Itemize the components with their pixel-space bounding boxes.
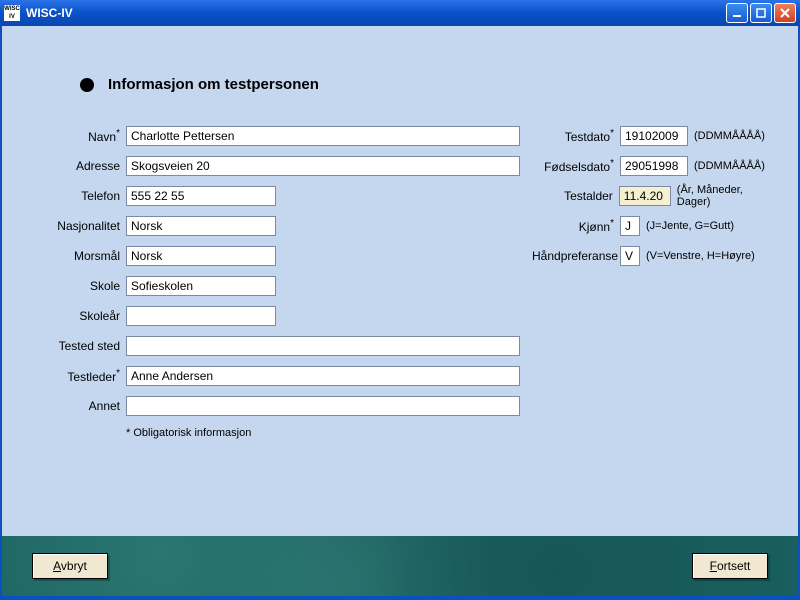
label-skole: Skole bbox=[22, 279, 126, 293]
client-area: Informasjon om testpersonen Navn* Adress… bbox=[2, 26, 798, 596]
label-nasjonalitet: Nasjonalitet bbox=[22, 219, 126, 233]
input-testalder bbox=[619, 186, 671, 206]
input-nasjonalitet[interactable] bbox=[126, 216, 276, 236]
minimize-icon bbox=[731, 7, 743, 19]
label-adresse: Adresse bbox=[22, 159, 126, 173]
hint-testalder: (År, Måneder, Dager) bbox=[677, 184, 778, 208]
hint-fodselsdato: (DDMMÅÅÅÅ) bbox=[694, 160, 765, 172]
input-skole[interactable] bbox=[126, 276, 276, 296]
title-bar: WISC IV WISC-IV bbox=[0, 0, 800, 26]
label-annet: Annet bbox=[22, 399, 126, 413]
hint-handpreferanse: (V=Venstre, H=Høyre) bbox=[646, 250, 755, 262]
section-header: Informasjon om testpersonen bbox=[80, 76, 778, 93]
continue-button[interactable]: Fortsett bbox=[692, 553, 768, 579]
input-annet[interactable] bbox=[126, 396, 520, 416]
close-button[interactable] bbox=[774, 3, 796, 23]
label-handpreferanse: Håndpreferanse bbox=[532, 249, 620, 263]
input-tested-sted[interactable] bbox=[126, 336, 520, 356]
maximize-icon bbox=[755, 7, 767, 19]
label-telefon: Telefon bbox=[22, 189, 126, 203]
input-testdato[interactable] bbox=[620, 126, 688, 146]
window-title: WISC-IV bbox=[26, 6, 726, 20]
input-telefon[interactable] bbox=[126, 186, 276, 206]
label-tested-sted: Tested sted bbox=[22, 339, 126, 353]
input-kjonn[interactable] bbox=[620, 216, 640, 236]
close-icon bbox=[779, 7, 791, 19]
input-morsmal[interactable] bbox=[126, 246, 276, 266]
section-title: Informasjon om testpersonen bbox=[108, 76, 319, 93]
label-skolear: Skoleår bbox=[22, 309, 126, 323]
input-skolear[interactable] bbox=[126, 306, 276, 326]
bullet-icon bbox=[80, 78, 94, 92]
input-handpreferanse[interactable] bbox=[620, 246, 640, 266]
minimize-button[interactable] bbox=[726, 3, 748, 23]
form-content: Informasjon om testpersonen Navn* Adress… bbox=[2, 26, 798, 536]
input-navn[interactable] bbox=[126, 126, 520, 146]
label-kjonn: Kjønn* bbox=[532, 218, 620, 234]
hint-testdato: (DDMMÅÅÅÅ) bbox=[694, 130, 765, 142]
app-icon: WISC IV bbox=[4, 5, 20, 21]
label-testleder: Testleder* bbox=[22, 368, 126, 384]
right-column: Testdato* (DDMMÅÅÅÅ) Fødselsdato* (DDMMÅ… bbox=[532, 121, 778, 439]
cancel-button[interactable]: Avbryt bbox=[32, 553, 108, 579]
footer-bar: Avbryt Fortsett bbox=[2, 536, 798, 596]
input-testleder[interactable] bbox=[126, 366, 520, 386]
input-adresse[interactable] bbox=[126, 156, 520, 176]
left-column: Navn* Adresse Telefon Nasjonalitet Morsm bbox=[22, 121, 532, 439]
label-fodselsdato: Fødselsdato* bbox=[532, 158, 620, 174]
label-testdato: Testdato* bbox=[532, 128, 620, 144]
label-navn: Navn* bbox=[22, 128, 126, 144]
input-fodselsdato[interactable] bbox=[620, 156, 688, 176]
maximize-button[interactable] bbox=[750, 3, 772, 23]
window-controls bbox=[726, 3, 796, 23]
obligatory-note: * Obligatorisk informasjon bbox=[126, 427, 532, 439]
hint-kjonn: (J=Jente, G=Gutt) bbox=[646, 220, 734, 232]
label-morsmal: Morsmål bbox=[22, 249, 126, 263]
label-testalder: Testalder bbox=[532, 189, 619, 203]
